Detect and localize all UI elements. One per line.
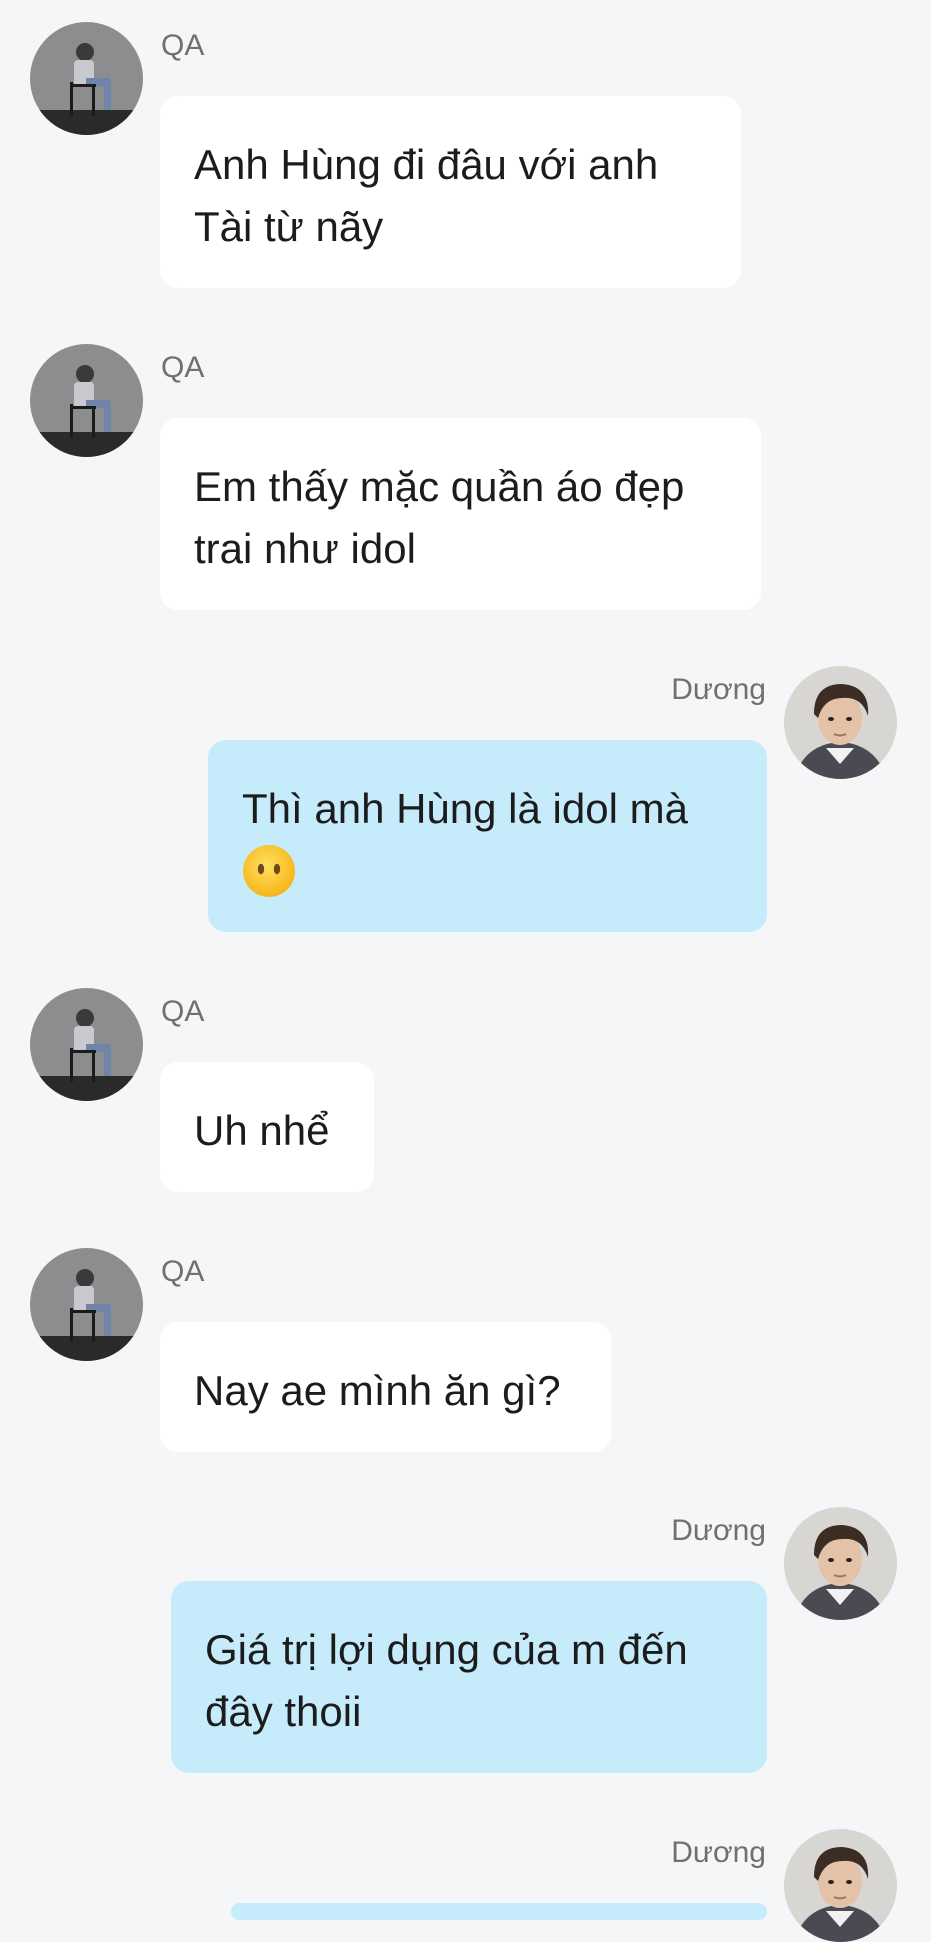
message-bubble[interactable]: Giá trị lợi dụng của m đến đây thoii	[171, 1581, 767, 1773]
avatar-qa[interactable]	[30, 988, 143, 1101]
sender-name: QA	[161, 1255, 205, 1288]
avatar-duong[interactable]	[784, 1829, 897, 1942]
sender-name: Dương	[671, 1836, 766, 1869]
message-bubble[interactable]: Uh nhể	[160, 1062, 374, 1192]
avatar-duong[interactable]	[784, 1507, 897, 1620]
message-bubble[interactable]: Anh Hùng đi đâu với anh Tài từ nãy	[160, 96, 741, 288]
sender-name: Dương	[671, 1514, 766, 1547]
sender-name: Dương	[671, 673, 766, 706]
face-without-mouth-icon	[242, 844, 296, 898]
message-bubble[interactable]: Nay ae mình ăn gì?	[160, 1322, 611, 1452]
sender-name: QA	[161, 351, 205, 384]
message-bubble[interactable]: Thì anh Hùng là idol mà	[208, 740, 767, 932]
message-bubble[interactable]	[231, 1903, 767, 1920]
sender-name: QA	[161, 29, 205, 62]
avatar-qa[interactable]	[30, 344, 143, 457]
sender-name: QA	[161, 995, 205, 1028]
avatar-qa[interactable]	[30, 1248, 143, 1361]
chat-thread[interactable]: QA Anh Hùng đi đâu với anh Tài từ nãy QA…	[0, 0, 931, 1942]
message-text: Thì anh Hùng là idol mà	[242, 785, 688, 832]
avatar-qa[interactable]	[30, 22, 143, 135]
message-bubble[interactable]: Em thấy mặc quần áo đẹp trai như idol	[160, 418, 761, 610]
avatar-duong[interactable]	[784, 666, 897, 779]
